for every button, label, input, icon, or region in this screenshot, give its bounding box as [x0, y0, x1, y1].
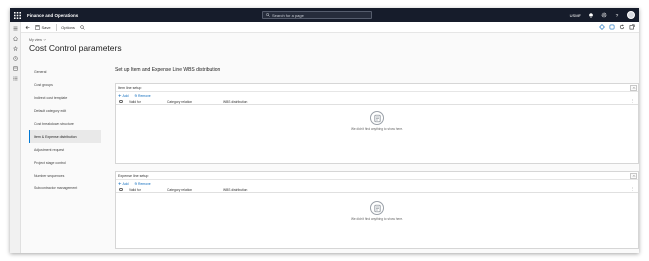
remove-button[interactable]: Remove: [134, 94, 151, 98]
tab-default-category-edit[interactable]: Default category edit: [29, 105, 101, 118]
tab-adjustment-request[interactable]: Adjustment request: [29, 143, 101, 156]
company-picker[interactable]: USMF: [570, 13, 581, 18]
section-header[interactable]: Item line setup: [116, 84, 638, 92]
workspaces-icon[interactable]: [12, 66, 18, 71]
settings-gear-icon[interactable]: [601, 12, 607, 18]
plus-icon: [118, 94, 122, 97]
column-header-valid-for[interactable]: Valid for: [129, 100, 141, 104]
vertical-tab-list: General Cost groups Indirect cost template…: [29, 66, 101, 195]
user-avatar[interactable]: [627, 11, 635, 19]
more-options-icon[interactable]: ⋮: [631, 99, 635, 103]
tab-indirect-cost-template[interactable]: Indirect cost template: [29, 92, 101, 105]
empty-grid-icon: [370, 201, 384, 215]
collapse-button[interactable]: [630, 85, 637, 91]
back-arrow-icon[interactable]: [25, 25, 30, 30]
open-new-window-icon[interactable]: [629, 24, 635, 30]
section-toolbar: Add Remove: [116, 180, 638, 187]
tab-project-stage-control[interactable]: Project stage control: [29, 156, 101, 169]
tab-general[interactable]: General: [29, 66, 101, 79]
section-toolbar: Add Remove: [116, 92, 638, 99]
add-label: Add: [122, 181, 129, 186]
app-launcher-icon[interactable]: [10, 8, 24, 22]
trash-icon: [134, 94, 137, 98]
trash-icon: [134, 182, 137, 186]
save-button[interactable]: Save: [35, 25, 51, 30]
home-icon[interactable]: [12, 36, 18, 41]
column-header-wbs-distribution[interactable]: WBS distribution: [223, 188, 247, 192]
power-apps-icon[interactable]: [599, 24, 605, 30]
empty-state: We didn't find anything to show here.: [116, 201, 638, 221]
content-title: Set up Item and Expense Line WBS distrib…: [115, 67, 221, 73]
empty-message: We didn't find anything to show here.: [350, 127, 404, 131]
svg-text:?: ?: [616, 13, 619, 18]
tab-number-sequences[interactable]: Number sequences: [29, 169, 101, 182]
column-header-category-relation[interactable]: Category relation: [167, 188, 192, 192]
search-actions-icon[interactable]: [80, 24, 85, 30]
app-name: Finance and Operations: [27, 12, 79, 18]
section-title: Expense line setup: [118, 173, 149, 178]
tab-item-expense-distribution[interactable]: Item & Expense distribution: [29, 130, 101, 144]
tab-cost-breakdown-structure[interactable]: Cost breakdown structure: [29, 118, 101, 131]
column-header-category-relation[interactable]: Category relation: [167, 100, 192, 104]
section-header[interactable]: Expense line setup: [116, 172, 638, 180]
divider: [55, 23, 57, 31]
select-all-radio[interactable]: [119, 187, 123, 191]
view-name: My view: [29, 38, 42, 42]
chevron-down-icon: [43, 39, 46, 41]
section-title: Item line setup: [118, 85, 142, 90]
app-window: Finance and Operations Search for a page…: [10, 8, 639, 253]
empty-message: We didn't find anything to show here.: [350, 217, 404, 221]
chevron-up-icon: [632, 87, 635, 89]
chevron-up-icon: [632, 175, 635, 177]
breadcrumb[interactable]: My view: [29, 38, 46, 42]
column-header-valid-for[interactable]: Valid for: [129, 188, 141, 192]
notifications-icon[interactable]: [588, 12, 594, 18]
grid-header: Valid for Category relation WBS distribu…: [116, 187, 638, 193]
grid-header: Valid for Category relation WBS distribu…: [116, 99, 638, 105]
modules-list-icon[interactable]: [12, 76, 18, 81]
select-all-radio[interactable]: [119, 99, 123, 103]
search-placeholder: Search for a page: [272, 12, 304, 18]
add-button[interactable]: Add: [118, 94, 129, 98]
recent-clock-icon[interactable]: [12, 56, 18, 61]
empty-grid-icon: [370, 111, 384, 125]
global-search-input[interactable]: Search for a page: [262, 11, 372, 19]
options-tab[interactable]: Options: [61, 25, 75, 30]
save-icon: [35, 24, 40, 30]
plus-icon: [118, 182, 122, 185]
search-icon: [266, 13, 270, 17]
top-bar: Finance and Operations Search for a page…: [10, 8, 639, 22]
tab-content: Set up Item and Expense Line WBS distrib…: [112, 64, 639, 252]
item-line-setup-section: Item line setup Add Remove Valid for Cat: [115, 83, 639, 164]
tab-cost-groups[interactable]: Cost groups: [29, 79, 101, 92]
help-icon[interactable]: ?: [614, 12, 620, 18]
remove-label: Remove: [138, 93, 151, 98]
collapse-button[interactable]: [630, 173, 637, 179]
add-button[interactable]: Add: [118, 182, 129, 186]
add-label: Add: [122, 93, 129, 98]
page-title: Cost Control parameters: [29, 43, 122, 53]
tab-subcontractor-management[interactable]: Subcontractor management: [29, 182, 101, 195]
more-options-icon[interactable]: ⋮: [631, 187, 635, 191]
remove-label: Remove: [138, 181, 151, 186]
left-navigation: [10, 22, 21, 253]
column-header-wbs-distribution[interactable]: WBS distribution: [223, 100, 247, 104]
refresh-icon[interactable]: [619, 24, 625, 30]
favorites-star-icon[interactable]: [12, 46, 18, 51]
hamburger-menu-icon[interactable]: [13, 26, 18, 31]
expense-line-setup-section: Expense line setup Add Remove Valid for: [115, 171, 639, 249]
office-icon[interactable]: [609, 24, 615, 30]
remove-button[interactable]: Remove: [134, 182, 151, 186]
empty-state: We didn't find anything to show here.: [116, 111, 638, 131]
save-label: Save: [41, 24, 51, 30]
action-pane: Save Options: [21, 22, 639, 33]
